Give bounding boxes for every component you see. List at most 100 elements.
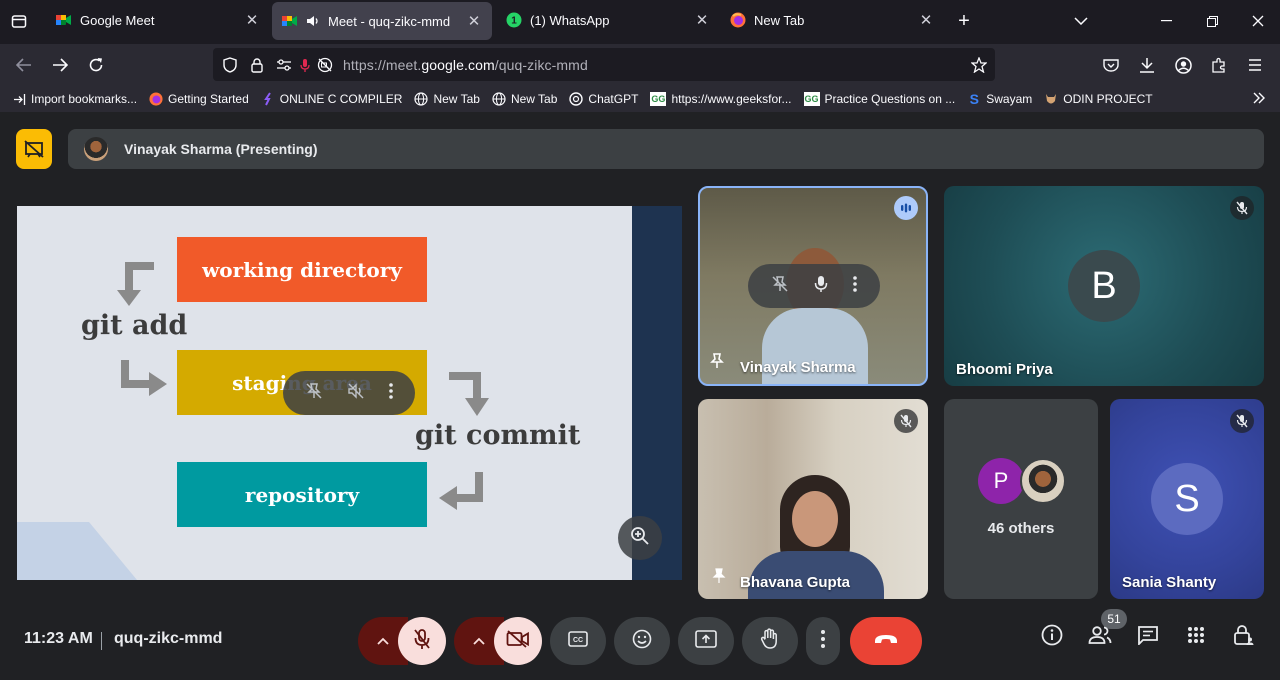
avatar: [84, 137, 108, 161]
bookmarks-toolbar: Import bookmarks... Getting Started ONLI…: [0, 86, 1280, 112]
chevron-down-icon[interactable]: [1072, 12, 1090, 30]
activities-button[interactable]: [1176, 617, 1216, 657]
lock-icon[interactable]: [248, 56, 266, 74]
tab-close-icon[interactable]: ✕: [918, 11, 934, 29]
participant-name: Sania Shanty: [1122, 574, 1217, 591]
camera-toggle-button[interactable]: [494, 617, 542, 665]
participant-tile-vinayak[interactable]: Vinayak Sharma: [698, 186, 928, 386]
forward-icon[interactable]: [50, 55, 70, 75]
info-icon: [1041, 624, 1063, 651]
participant-avatar: B: [1068, 250, 1140, 322]
menu-icon[interactable]: [1245, 55, 1265, 75]
svg-text:1: 1: [511, 16, 517, 27]
participant-name: Vinayak Sharma: [740, 359, 856, 376]
tab-close-icon[interactable]: ✕: [466, 12, 482, 30]
muted-microphone-icon: [1230, 409, 1254, 433]
reactions-button[interactable]: [614, 617, 670, 665]
reload-icon[interactable]: [86, 55, 106, 75]
import-icon: [12, 92, 26, 106]
more-options-icon[interactable]: [853, 275, 858, 297]
swayam-icon: S: [969, 91, 979, 107]
raise-hand-button[interactable]: [742, 617, 798, 665]
new-tab-button[interactable]: +: [954, 10, 974, 32]
present-screen-icon: [695, 629, 717, 653]
bookmark-star-icon[interactable]: [969, 55, 989, 75]
tab-close-icon[interactable]: ✕: [694, 11, 710, 29]
back-icon[interactable]: [14, 55, 34, 75]
more-options-button[interactable]: [806, 617, 840, 665]
chevron-up-icon: [473, 632, 485, 650]
bookmark-new-tab[interactable]: New Tab: [414, 92, 480, 106]
account-icon[interactable]: [1173, 55, 1193, 75]
firefox-icon: [730, 12, 746, 28]
bookmark-practice-questions[interactable]: GG Practice Questions on ...: [803, 92, 955, 106]
browser-tab-strip: Google Meet ✕ Meet - quq-zikc-mmd ✕ 1 (1…: [0, 0, 1280, 44]
bookmark-swayam[interactable]: S Swayam: [967, 91, 1033, 107]
zoom-in-button[interactable]: [618, 516, 662, 560]
participant-name: Bhavana Gupta: [740, 574, 851, 591]
participant-tile-sania[interactable]: S Sania Shanty: [1110, 399, 1264, 599]
apps-grid-icon: [1187, 626, 1205, 649]
pocket-icon[interactable]: [1101, 55, 1121, 75]
bookmark-geeksforgeeks[interactable]: GG https://www.geeksfor...: [650, 92, 792, 106]
globe-icon: [492, 92, 506, 106]
meet-app: Vinayak Sharma (Presenting) working dire…: [0, 112, 1280, 680]
more-options-icon[interactable]: [389, 382, 393, 404]
tab-meet-active[interactable]: Meet - quq-zikc-mmd ✕: [272, 2, 492, 40]
presentation-hover-controls: [283, 371, 415, 415]
pin-icon[interactable]: [771, 275, 789, 298]
presentation-icon[interactable]: [16, 129, 52, 169]
close-window-icon[interactable]: [1249, 12, 1267, 30]
tab-list-icon[interactable]: [8, 10, 30, 32]
speaking-indicator-icon: [894, 196, 918, 220]
minimize-icon[interactable]: [1158, 12, 1174, 30]
bookmark-import[interactable]: Import bookmarks...: [12, 92, 137, 106]
microphone-active-icon[interactable]: [297, 56, 313, 74]
emoji-icon: [632, 629, 652, 654]
end-call-icon: [873, 632, 899, 650]
unpin-icon[interactable]: [305, 382, 323, 405]
participant-tile-others[interactable]: P 46 others: [944, 399, 1098, 599]
permissions-icon[interactable]: [275, 56, 293, 74]
bookmark-odin-project[interactable]: ODIN PROJECT: [1044, 92, 1153, 106]
tab-title: New Tab: [754, 12, 805, 28]
navigation-toolbar: https://meet.google.com/quq-zikc-mmd: [0, 44, 1280, 86]
host-controls-button[interactable]: [1224, 617, 1264, 657]
people-button[interactable]: [1080, 617, 1120, 657]
microphone-toggle-button[interactable]: [398, 617, 446, 665]
chat-button[interactable]: [1128, 617, 1168, 657]
restore-icon[interactable]: [1204, 13, 1220, 29]
captions-icon: CC: [568, 630, 588, 652]
extensions-icon[interactable]: [1209, 55, 1229, 75]
mute-presentation-icon[interactable]: [347, 382, 365, 405]
participant-tile-bhoomi[interactable]: B Bhoomi Priya: [944, 186, 1264, 386]
shield-icon[interactable]: [221, 56, 239, 74]
url-bar[interactable]: https://meet.google.com/quq-zikc-mmd: [213, 48, 995, 81]
others-count-label: 46 others: [987, 520, 1055, 537]
bookmark-chatgpt[interactable]: ChatGPT: [569, 92, 638, 106]
tab-whatsapp[interactable]: 1 (1) WhatsApp ✕: [496, 0, 720, 40]
bookmarks-overflow-icon[interactable]: [1252, 91, 1266, 108]
url-text[interactable]: https://meet.google.com/quq-zikc-mmd: [343, 57, 588, 73]
gfg-icon: GG: [650, 92, 667, 106]
participant-tile-bhavana[interactable]: Bhavana Gupta: [698, 399, 928, 599]
bookmark-online-c-compiler[interactable]: ONLINE C COMPILER: [261, 92, 402, 106]
downloads-icon[interactable]: [1137, 55, 1157, 75]
meeting-details-button[interactable]: [1032, 617, 1072, 657]
tab-close-icon[interactable]: ✕: [244, 11, 260, 29]
pin-indicator-icon: [710, 353, 724, 374]
present-now-button[interactable]: [678, 617, 734, 665]
tab-new-tab[interactable]: New Tab ✕: [720, 0, 944, 40]
tab-google-meet[interactable]: Google Meet ✕: [46, 0, 270, 40]
captions-button[interactable]: CC: [550, 617, 606, 665]
camera-blocked-icon[interactable]: [316, 56, 334, 74]
bookmark-new-tab[interactable]: New Tab: [492, 92, 557, 106]
microphone-icon[interactable]: [814, 275, 828, 298]
leave-call-button[interactable]: [850, 617, 922, 665]
presenter-banner: Vinayak Sharma (Presenting): [68, 129, 1264, 169]
speaker-icon[interactable]: [306, 14, 320, 28]
meeting-code: quq-zikc-mmd: [114, 630, 223, 647]
tab-title: Meet - quq-zikc-mmd: [328, 13, 451, 29]
participant-avatar: S: [1151, 463, 1223, 535]
bookmark-getting-started[interactable]: Getting Started: [149, 92, 249, 106]
